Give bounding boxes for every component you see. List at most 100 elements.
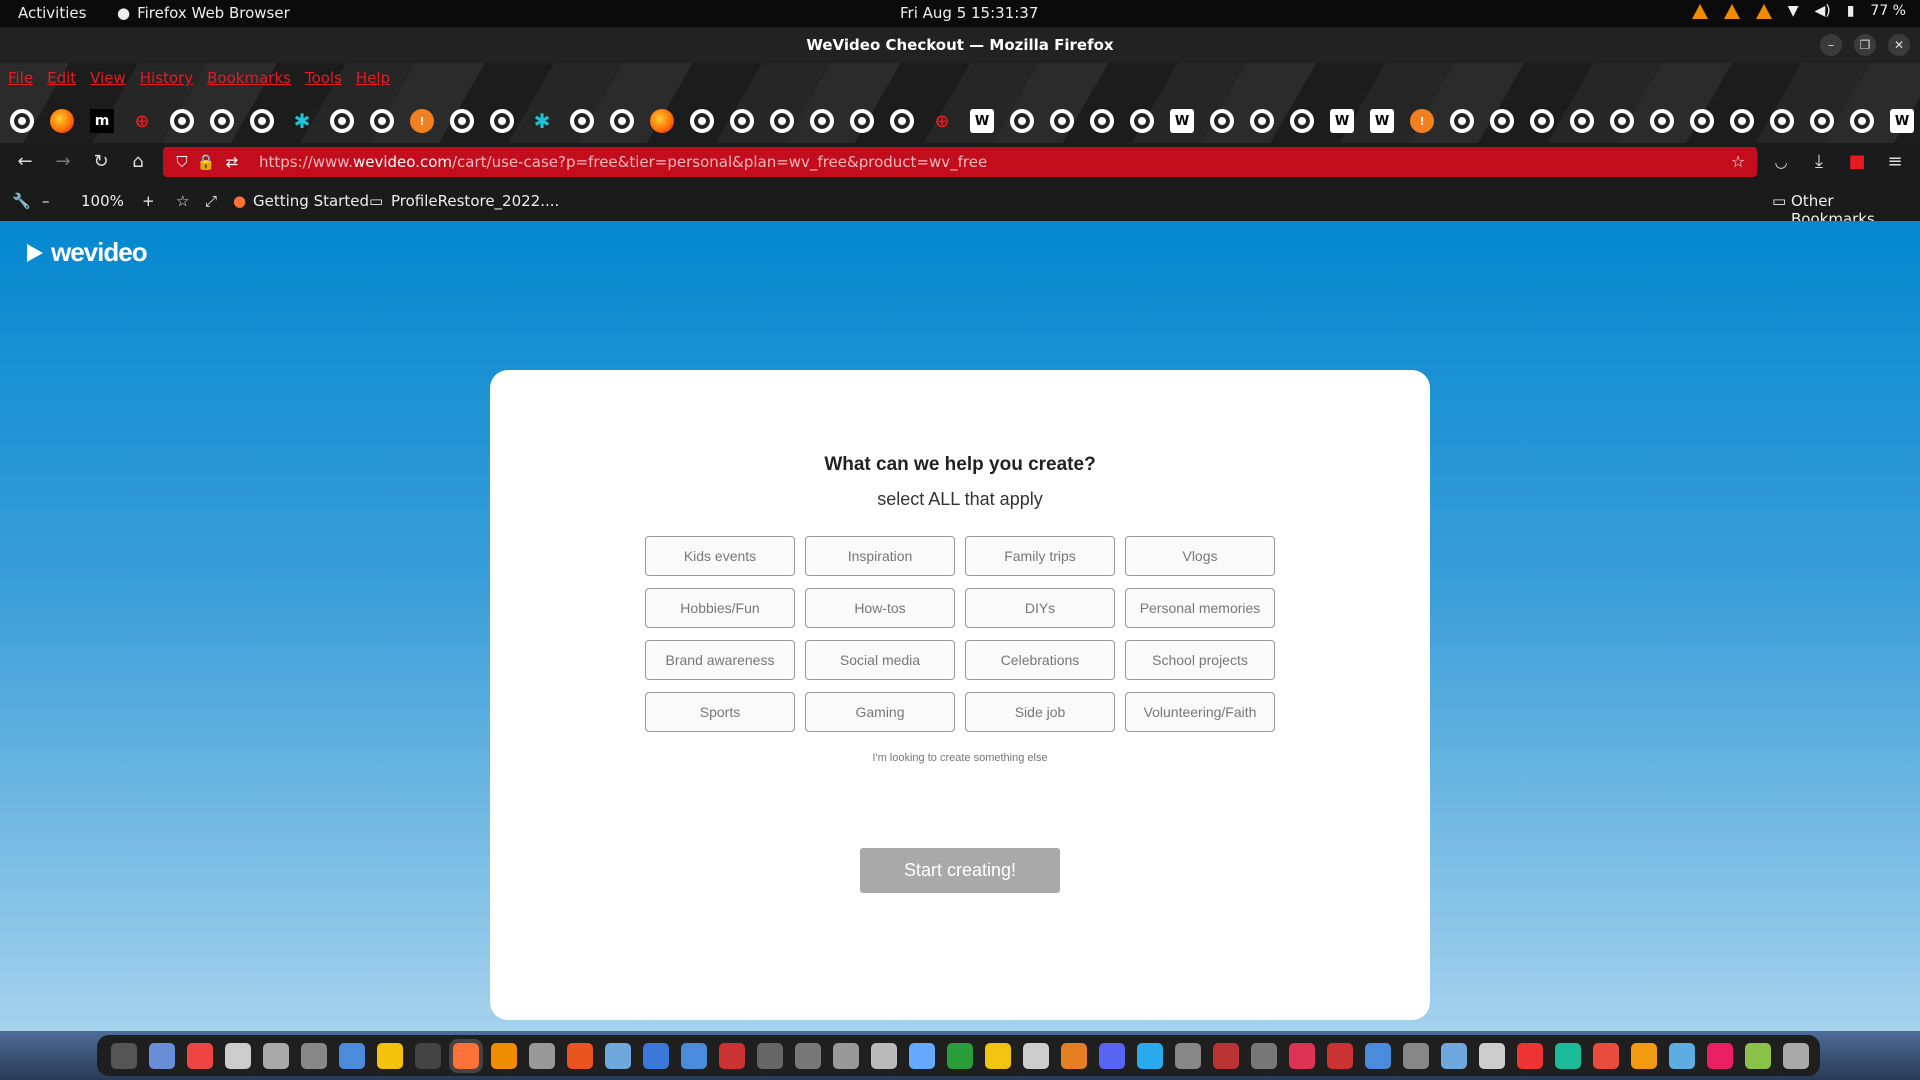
github-icon[interactable] bbox=[770, 109, 794, 133]
github-icon[interactable] bbox=[370, 109, 394, 133]
github-icon[interactable] bbox=[810, 109, 834, 133]
dock-app-icon[interactable] bbox=[719, 1042, 745, 1069]
dock-app-icon[interactable] bbox=[1783, 1042, 1809, 1069]
github-icon[interactable] bbox=[1850, 109, 1874, 133]
dock-app-icon[interactable] bbox=[681, 1042, 707, 1069]
dock-app-icon[interactable] bbox=[1099, 1042, 1125, 1069]
github-icon[interactable] bbox=[1770, 109, 1794, 133]
dock-app-icon[interactable] bbox=[449, 1038, 483, 1073]
github-icon[interactable] bbox=[730, 109, 754, 133]
dock-app-icon[interactable] bbox=[415, 1042, 441, 1069]
github-icon[interactable] bbox=[250, 109, 274, 133]
zoom-level[interactable]: 100% bbox=[81, 192, 124, 210]
menu-item-view[interactable]: View bbox=[90, 69, 126, 87]
wikipedia-icon[interactable]: W bbox=[1890, 109, 1914, 133]
github-icon[interactable] bbox=[1290, 109, 1314, 133]
zoom-out-icon[interactable]: – bbox=[42, 192, 50, 210]
dock-app-icon[interactable] bbox=[1745, 1042, 1771, 1069]
option-family-trips[interactable]: Family trips bbox=[965, 536, 1115, 576]
battery-icon[interactable]: ▮ bbox=[1847, 3, 1855, 19]
shield-icon[interactable]: ⛉ bbox=[169, 149, 195, 175]
dock-app-icon[interactable] bbox=[1023, 1042, 1049, 1069]
option-kids-events[interactable]: Kids events bbox=[645, 536, 795, 576]
dock-app-icon[interactable] bbox=[605, 1042, 631, 1069]
option-how-tos[interactable]: How-tos bbox=[805, 588, 955, 628]
wikipedia-icon[interactable]: W bbox=[1330, 109, 1354, 133]
github-icon[interactable] bbox=[1570, 109, 1594, 133]
dock-app-icon[interactable] bbox=[339, 1042, 365, 1069]
option-gaming[interactable]: Gaming bbox=[805, 692, 955, 732]
dock-app-icon[interactable] bbox=[301, 1042, 327, 1069]
menu-item-help[interactable]: Help bbox=[356, 69, 390, 87]
github-icon[interactable] bbox=[1490, 109, 1514, 133]
vlc-tray-icon[interactable] bbox=[1691, 3, 1708, 19]
github-icon[interactable] bbox=[1010, 109, 1034, 133]
option-side-job[interactable]: Side job bbox=[965, 692, 1115, 732]
dock-app-icon[interactable] bbox=[263, 1042, 289, 1069]
dock-app-icon[interactable] bbox=[1441, 1042, 1467, 1069]
dock-app-icon[interactable] bbox=[225, 1042, 251, 1069]
vlc-tray-icon[interactable] bbox=[1723, 3, 1740, 19]
activities-button[interactable]: Activities bbox=[18, 4, 86, 22]
alert-site-icon[interactable]: ! bbox=[1410, 109, 1434, 133]
option-brand-awareness[interactable]: Brand awareness bbox=[645, 640, 795, 680]
dock-app-icon[interactable] bbox=[377, 1042, 403, 1069]
github-icon[interactable] bbox=[1610, 109, 1634, 133]
dock-app-icon[interactable] bbox=[1137, 1042, 1163, 1069]
vlc-tray-icon[interactable] bbox=[1755, 3, 1772, 19]
system-tray[interactable]: ▼ ◀) ▮ 77 % bbox=[1691, 3, 1906, 19]
bookmark-manage-icon[interactable]: ☆ bbox=[176, 192, 189, 210]
wikipedia-icon[interactable]: W bbox=[970, 109, 994, 133]
alert-site-icon[interactable]: ! bbox=[410, 109, 434, 133]
dock-app-icon[interactable] bbox=[1061, 1042, 1087, 1069]
dock-app-icon[interactable] bbox=[1631, 1042, 1657, 1069]
dock-app-icon[interactable] bbox=[1327, 1042, 1353, 1069]
home-icon[interactable]: ⌂ bbox=[125, 149, 151, 175]
bookmark-getting-started[interactable]: Getting Started bbox=[253, 192, 369, 210]
puzzle-icon[interactable]: ✱ bbox=[530, 109, 554, 133]
globe-icon[interactable]: ⊕ bbox=[130, 109, 154, 133]
github-icon[interactable] bbox=[10, 109, 34, 133]
github-icon[interactable] bbox=[570, 109, 594, 133]
url-bar[interactable]: ⛉ 🔒 ⇄ https://www.wevideo.com/cart/use-c… bbox=[163, 147, 1757, 177]
menu-item-bookmarks[interactable]: Bookmarks bbox=[207, 69, 291, 87]
puzzle-icon[interactable]: ✱ bbox=[290, 109, 314, 133]
maximize-icon[interactable]: ❐ bbox=[1854, 34, 1876, 56]
dock-app-icon[interactable] bbox=[567, 1042, 593, 1069]
dock-app-icon[interactable] bbox=[947, 1042, 973, 1069]
clock[interactable]: Fri Aug 5 15:31:37 bbox=[900, 4, 1038, 22]
dock-app-icon[interactable] bbox=[187, 1042, 213, 1069]
app-menu[interactable]: ● Firefox Web Browser bbox=[117, 4, 290, 22]
option-volunteering-faith[interactable]: Volunteering/Faith bbox=[1125, 692, 1275, 732]
github-icon[interactable] bbox=[490, 109, 514, 133]
dock-app-icon[interactable] bbox=[833, 1042, 859, 1069]
dock-app-icon[interactable] bbox=[871, 1042, 897, 1069]
dock-app-icon[interactable] bbox=[1555, 1042, 1581, 1069]
firefox-icon[interactable] bbox=[50, 109, 74, 133]
dock-app-icon[interactable] bbox=[1365, 1042, 1391, 1069]
github-icon[interactable] bbox=[890, 109, 914, 133]
github-icon[interactable] bbox=[170, 109, 194, 133]
forward-arrow-icon[interactable]: → bbox=[50, 149, 76, 175]
start-creating-button[interactable]: Start creating! bbox=[860, 848, 1060, 893]
menu-item-tools[interactable]: Tools bbox=[305, 69, 342, 87]
dock-app-icon[interactable] bbox=[1403, 1042, 1429, 1069]
option-sports[interactable]: Sports bbox=[645, 692, 795, 732]
volume-icon[interactable]: ◀) bbox=[1814, 3, 1830, 19]
medium-icon[interactable]: m bbox=[90, 109, 114, 133]
dock-app-icon[interactable] bbox=[909, 1042, 935, 1069]
github-icon[interactable] bbox=[1050, 109, 1074, 133]
github-icon[interactable] bbox=[1450, 109, 1474, 133]
something-else-link[interactable]: I'm looking to create something else bbox=[490, 752, 1430, 764]
minimize-icon[interactable]: – bbox=[1820, 34, 1842, 56]
wevideo-logo[interactable]: wevideo bbox=[27, 237, 148, 268]
pocket-icon[interactable]: ◡ bbox=[1768, 149, 1794, 175]
github-icon[interactable] bbox=[1650, 109, 1674, 133]
dock-app-icon[interactable] bbox=[149, 1042, 175, 1069]
dock-app-icon[interactable] bbox=[985, 1042, 1011, 1069]
fullscreen-icon[interactable]: ⤢ bbox=[205, 192, 217, 210]
option-inspiration[interactable]: Inspiration bbox=[805, 536, 955, 576]
dock-app-icon[interactable] bbox=[1213, 1042, 1239, 1069]
github-icon[interactable] bbox=[1690, 109, 1714, 133]
github-icon[interactable] bbox=[330, 109, 354, 133]
